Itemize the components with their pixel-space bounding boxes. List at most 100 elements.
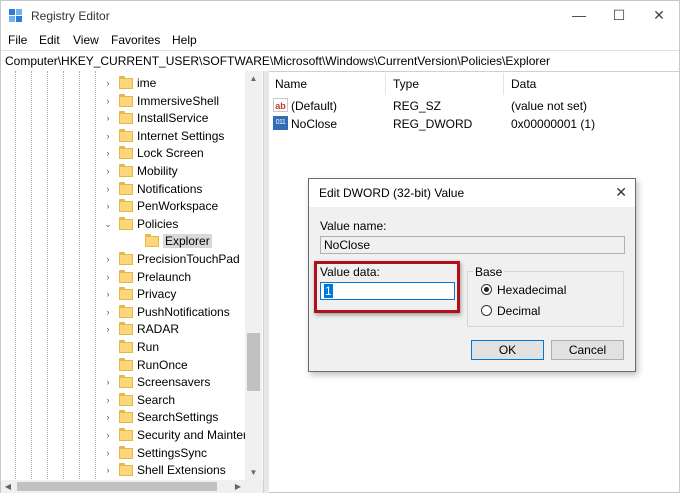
tree-item-label: RunOnce: [137, 357, 188, 372]
scroll-right-icon[interactable]: ▶: [231, 480, 245, 493]
folder-icon: [119, 76, 133, 89]
expand-icon[interactable]: ›: [103, 268, 113, 286]
expand-icon[interactable]: ›: [103, 303, 113, 321]
column-header-data[interactable]: Data: [511, 77, 536, 91]
expand-icon[interactable]: ›: [103, 109, 113, 127]
expand-icon[interactable]: ›: [103, 391, 113, 409]
expand-icon[interactable]: ›: [103, 127, 113, 145]
dialog-close-icon[interactable]: ✕: [615, 184, 627, 201]
tree-item-search[interactable]: › Search: [1, 391, 263, 409]
tree-item-penworkspace[interactable]: › PenWorkspace: [1, 197, 263, 215]
tree-item-label: SettingsSync: [137, 445, 208, 460]
tree-item-searchsettings[interactable]: › SearchSettings: [1, 408, 263, 426]
scroll-left-icon[interactable]: ◀: [1, 480, 15, 493]
expand-icon[interactable]: ›: [103, 461, 113, 479]
tree-item-radar[interactable]: › RADAR: [1, 320, 263, 338]
folder-icon: [119, 164, 133, 177]
tree-item-screensavers[interactable]: › Screensavers: [1, 373, 263, 391]
tree-item-ime[interactable]: › ime: [1, 74, 263, 92]
tree-item-precisiontouchpad[interactable]: › PrecisionTouchPad: [1, 250, 263, 268]
expand-icon[interactable]: ›: [103, 162, 113, 180]
tree-horizontal-scrollbar[interactable]: ◀ ▶: [1, 480, 263, 493]
hexadecimal-label[interactable]: Hexadecimal: [497, 283, 566, 297]
tree-item-run[interactable]: Run: [1, 338, 263, 356]
expand-icon[interactable]: ›: [103, 74, 113, 92]
title-bar[interactable]: Registry Editor — ☐ ✕: [1, 1, 679, 31]
scroll-thumb[interactable]: [247, 333, 260, 391]
address-bar[interactable]: Computer\HKEY_CURRENT_USER\SOFTWARE\Micr…: [1, 50, 679, 72]
collapse-icon[interactable]: ⌄: [103, 215, 113, 233]
tree-item-label: Search: [137, 392, 176, 407]
menu-favorites[interactable]: Favorites: [111, 33, 160, 47]
folder-icon: [119, 146, 133, 160]
tree-item-policies[interactable]: ⌄ Policies: [1, 215, 263, 233]
tree-item-security-and-mainter[interactable]: › Security and Mainter: [1, 426, 263, 444]
value-data: (value not set): [511, 99, 588, 113]
folder-icon: [119, 340, 133, 353]
value-row[interactable]: ab (Default) REG_SZ (value not set): [269, 97, 679, 115]
menu-edit[interactable]: Edit: [39, 33, 60, 47]
minimize-icon[interactable]: —: [559, 1, 599, 31]
value-data-highlight: [314, 261, 460, 313]
expand-icon[interactable]: ›: [103, 444, 113, 462]
tree-item-pushnotifications[interactable]: › PushNotifications: [1, 303, 263, 321]
scroll-up-icon[interactable]: ▲: [245, 71, 262, 87]
tree-item-shell-extensions[interactable]: › Shell Extensions: [1, 461, 263, 479]
column-header-type[interactable]: Type: [393, 77, 419, 91]
expand-icon[interactable]: ›: [103, 408, 113, 426]
value-name: (Default): [291, 99, 338, 113]
maximize-icon[interactable]: ☐: [599, 1, 639, 31]
folder-icon: [119, 269, 133, 283]
decimal-radio[interactable]: [481, 305, 492, 316]
expand-icon[interactable]: ›: [103, 197, 113, 215]
tree-item-immersiveshell[interactable]: › ImmersiveShell: [1, 92, 263, 110]
tree-item-label: Prelaunch: [137, 269, 192, 284]
expand-icon[interactable]: ›: [103, 180, 113, 198]
address-path[interactable]: Computer\HKEY_CURRENT_USER\SOFTWARE\Micr…: [5, 54, 550, 68]
folder-icon: [119, 410, 133, 424]
expand-icon[interactable]: ›: [103, 373, 113, 391]
scroll-down-icon[interactable]: ▼: [245, 465, 262, 481]
tree-item-label: Lock Screen: [137, 146, 204, 161]
tree-item-installservice[interactable]: › InstallService: [1, 109, 263, 127]
tree-item-label: PenWorkspace: [137, 199, 219, 214]
expand-icon[interactable]: ›: [103, 426, 113, 444]
dialog-title-bar[interactable]: Edit DWORD (32-bit) Value ✕: [309, 179, 635, 207]
menu-view[interactable]: View: [73, 33, 99, 47]
tree-item-mobility[interactable]: › Mobility: [1, 162, 263, 180]
menu-help[interactable]: Help: [172, 33, 197, 47]
expand-icon[interactable]: ›: [103, 250, 113, 268]
expand-icon[interactable]: ›: [103, 285, 113, 303]
decimal-label[interactable]: Decimal: [497, 304, 540, 318]
tree-item-label: Policies: [137, 216, 179, 231]
value-row[interactable]: 011 NoClose REG_DWORD 0x00000001 (1): [269, 115, 679, 133]
tree-item-privacy[interactable]: › Privacy: [1, 285, 263, 303]
tree-item-lock-screen[interactable]: › Lock Screen: [1, 144, 263, 162]
expand-icon[interactable]: ›: [103, 92, 113, 110]
key-tree[interactable]: › ime › ImmersiveShell › InstallService › Inter…: [1, 71, 263, 481]
tree-item-settingssync[interactable]: › SettingsSync: [1, 444, 263, 462]
tree-item-explorer[interactable]: Explorer: [1, 232, 263, 250]
close-icon[interactable]: ✕: [639, 1, 679, 31]
value-type: REG_DWORD: [393, 117, 473, 131]
tree-item-label: PrecisionTouchPad: [137, 252, 240, 266]
expand-icon[interactable]: ›: [103, 144, 113, 162]
menu-file[interactable]: File: [8, 33, 27, 47]
tree-item-prelaunch[interactable]: › Prelaunch: [1, 268, 263, 286]
ok-button[interactable]: OK: [471, 340, 544, 360]
tree-item-runonce[interactable]: RunOnce: [1, 356, 263, 374]
expand-icon[interactable]: ›: [103, 320, 113, 338]
cancel-button[interactable]: Cancel: [551, 340, 624, 360]
hexadecimal-radio[interactable]: [481, 284, 492, 295]
binary-value-icon: 011: [273, 116, 288, 130]
tree-item-notifications[interactable]: › Notifications: [1, 180, 263, 198]
folder-icon: [119, 252, 133, 265]
tree-vertical-scrollbar[interactable]: ▲ ▼: [245, 71, 262, 481]
tree-item-internet-settings[interactable]: › Internet Settings: [1, 127, 263, 145]
folder-icon: [119, 357, 133, 371]
menu-bar: File Edit View Favorites Help: [1, 31, 679, 49]
folder-icon: [119, 128, 133, 142]
column-header-name[interactable]: Name: [275, 77, 307, 91]
h-scroll-thumb[interactable]: [17, 482, 217, 491]
tree-item-label: InstallService: [137, 111, 209, 126]
